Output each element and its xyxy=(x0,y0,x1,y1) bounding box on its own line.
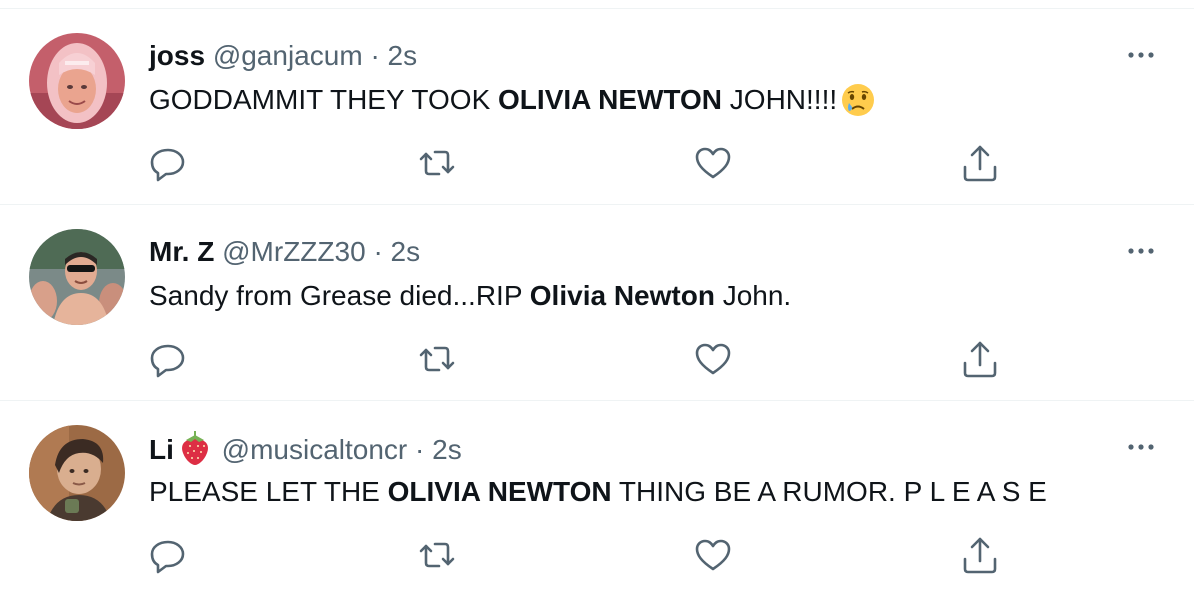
separator-dot: · xyxy=(370,40,380,71)
tweet-text-highlight: OLIVIA NEWTON xyxy=(498,84,723,115)
share-icon[interactable] xyxy=(960,143,1000,183)
tweet-3[interactable]: Li @musicaltoncr · 2s PLEASE LET THE OLI… xyxy=(0,401,1194,597)
tweet-feed: joss @ganjacum · 2s GODDAMMIT THEY TOOK … xyxy=(0,9,1194,597)
tweet-text: PLEASE LET THE OLIVIA NEWTON THING BE A … xyxy=(149,473,1047,511)
more-icon[interactable] xyxy=(1124,437,1158,457)
user-handle[interactable]: @musicaltoncr xyxy=(222,434,408,465)
more-icon[interactable] xyxy=(1124,45,1158,65)
tweet-1[interactable]: joss @ganjacum · 2s GODDAMMIT THEY TOOK … xyxy=(0,9,1194,205)
timestamp[interactable]: 2s xyxy=(388,40,418,71)
tweet-text-part: JOHN!!!! xyxy=(722,84,838,115)
avatar[interactable] xyxy=(29,425,125,521)
tweet-text: GODDAMMIT THEY TOOK OLIVIA NEWTON JOHN!!… xyxy=(149,81,875,127)
tweet-text-highlight: Olivia Newton xyxy=(529,280,715,311)
tweet-text-part: THING BE A RUMOR. P L E A S E xyxy=(611,476,1047,507)
tweet-actions xyxy=(148,339,1008,379)
crying-face-icon xyxy=(841,83,875,127)
heart-icon[interactable] xyxy=(693,339,733,379)
share-icon[interactable] xyxy=(960,339,1000,379)
display-name[interactable]: Mr. Z xyxy=(149,236,214,267)
user-handle[interactable]: @MrZZZ30 xyxy=(222,236,366,267)
more-icon[interactable] xyxy=(1124,241,1158,261)
tweet-actions xyxy=(148,143,1008,183)
timestamp[interactable]: 2s xyxy=(391,236,421,267)
tweet-text-part: John. xyxy=(714,280,792,311)
timestamp[interactable]: 2s xyxy=(432,434,462,465)
display-name[interactable]: Li xyxy=(149,434,174,465)
tweet-actions xyxy=(148,535,1008,575)
retweet-icon[interactable] xyxy=(417,339,457,379)
avatar-image xyxy=(29,425,125,521)
tweet-text-part: PLEASE LET THE xyxy=(149,476,388,507)
retweet-icon[interactable] xyxy=(417,535,457,575)
separator-dot: · xyxy=(415,434,425,465)
tweet-2[interactable]: Mr. Z @MrZZZ30 · 2s Sandy from Grease di… xyxy=(0,205,1194,401)
heart-icon[interactable] xyxy=(693,535,733,575)
tweet-text-part: Sandy from Grease died...RIP xyxy=(149,280,530,311)
separator-dot: · xyxy=(373,236,383,267)
tweet-header: joss @ganjacum · 2s xyxy=(149,39,417,73)
display-name[interactable]: joss xyxy=(149,40,205,71)
reply-icon[interactable] xyxy=(148,339,188,379)
strawberry-icon xyxy=(180,431,210,473)
tweet-header: Li @musicaltoncr · 2s xyxy=(149,431,462,473)
share-icon[interactable] xyxy=(960,535,1000,575)
tweet-text-highlight: OLIVIA NEWTON xyxy=(387,476,612,507)
avatar[interactable] xyxy=(29,33,125,129)
reply-icon[interactable] xyxy=(148,143,188,183)
reply-icon[interactable] xyxy=(148,535,188,575)
tweet-header: Mr. Z @MrZZZ30 · 2s xyxy=(149,235,420,269)
avatar[interactable] xyxy=(29,229,125,325)
avatar-image xyxy=(29,33,125,129)
user-handle[interactable]: @ganjacum xyxy=(213,40,363,71)
tweet-text: Sandy from Grease died...RIP Olivia Newt… xyxy=(149,277,791,315)
retweet-icon[interactable] xyxy=(417,143,457,183)
avatar-image xyxy=(29,229,125,325)
tweet-text-part: GODDAMMIT THEY TOOK xyxy=(149,84,499,115)
heart-icon[interactable] xyxy=(693,143,733,183)
